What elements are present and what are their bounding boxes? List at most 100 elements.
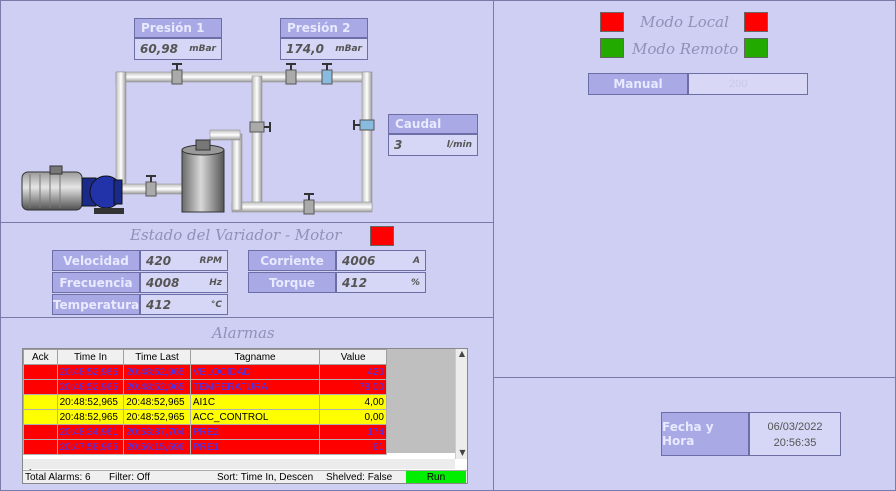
pipe-segment — [251, 75, 263, 211]
alarm-ack[interactable] — [23, 424, 58, 440]
alarm-time-last: 20:48:52,965 — [123, 394, 191, 410]
alarm-ack[interactable] — [23, 364, 58, 380]
temperatura-value: 412 — [146, 297, 172, 312]
valve-icon[interactable] — [249, 121, 271, 133]
temperatura-value-box: 412 °C — [140, 294, 228, 315]
alarm-row[interactable]: 20:48:52,965 20:48:52,965 ACC_CONTROL 0,… — [23, 409, 387, 425]
alarm-run-button[interactable]: Run — [406, 471, 466, 483]
manual-value-field[interactable]: 200 — [688, 73, 808, 95]
alarm-row[interactable]: 20:48:52,965 20:48:52,965 VELOCIDAD 420 — [23, 364, 387, 380]
pipe-segment — [115, 71, 127, 185]
pipe-segment — [231, 133, 243, 211]
alarm-filter: Filter: Off — [109, 472, 150, 483]
manual-label: Manual — [588, 73, 688, 95]
alarm-grid: Ack Time In Time Last Tagname Value 20:4… — [22, 348, 468, 484]
modo-local-indicator-left — [600, 12, 624, 32]
alarm-col-value[interactable]: Value — [319, 349, 387, 365]
alarm-tag: TEMPERATURA — [189, 379, 321, 395]
alarm-ack[interactable] — [23, 379, 58, 395]
alarm-time-in: 20:48:34,961 — [56, 424, 125, 440]
alarm-total: Total Alarms: 6 — [25, 472, 91, 483]
alarm-time-in: 20:48:52,965 — [56, 394, 125, 410]
frecuencia-value: 4008 — [146, 275, 180, 290]
date-value: 06/03/2022 — [767, 421, 823, 433]
alarm-tag: VELOCIDAD — [189, 364, 321, 380]
alarm-ack[interactable] — [23, 394, 58, 410]
corriente-value: 4006 — [342, 253, 376, 268]
valve-icon[interactable] — [145, 175, 157, 197]
datetime-label: Fecha y Hora — [661, 412, 749, 456]
modo-remoto-indicator-right — [744, 38, 768, 58]
valve-icon[interactable] — [285, 63, 297, 85]
alarm-header-row: Ack Time In Time Last Tagname Value — [23, 349, 387, 365]
alarm-col-time-last[interactable]: Time Last — [123, 349, 191, 365]
alarm-horizontal-scrollbar[interactable]: ◀ — [23, 459, 455, 476]
corriente-unit: A — [413, 255, 420, 266]
alarm-time-last: 20:48:52,965 — [123, 409, 191, 425]
temperatura-label: Temperatura — [52, 294, 140, 315]
pipe-segment — [231, 201, 373, 213]
pressure2-value-box: 174,0 mBar — [280, 38, 368, 60]
alarm-row[interactable]: 20:48:34,961 20:53:37,704 PRE2 174 — [23, 424, 387, 440]
manual-value: 200 — [729, 78, 748, 90]
valve-icon[interactable] — [171, 63, 183, 85]
alarm-col-time-in[interactable]: Time In — [56, 349, 125, 365]
alarm-time-in: 20:48:52,965 — [56, 409, 125, 425]
alarm-value: 4,00 — [319, 394, 387, 410]
alarm-time-in: 20:47:58,965 — [56, 439, 125, 455]
alarm-row[interactable]: 20:48:52,965 20:48:52,965 TEMPERATURA 78… — [23, 379, 387, 395]
corriente-label: Corriente — [248, 250, 336, 271]
alarm-row[interactable]: 20:47:58,965 20:56:15,696 PRE1 61 — [23, 439, 387, 455]
valve-icon[interactable] — [353, 119, 375, 131]
alarm-ack[interactable] — [23, 439, 58, 455]
alarm-tag: PRE1 — [189, 439, 321, 455]
process-diagram — [21, 63, 375, 215]
alarm-title: Alarmas — [212, 324, 275, 342]
pressure1-value: 60,98 — [140, 42, 178, 56]
alarm-time-last: 20:48:52,965 — [123, 379, 191, 395]
pressure2-unit: mBar — [335, 44, 362, 54]
scroll-down-icon[interactable]: ▼ — [456, 448, 467, 457]
datetime-value-box: 06/03/2022 20:56:35 — [749, 412, 841, 456]
pressure2-label: Presión 2 — [280, 18, 368, 38]
frecuencia-unit: Hz — [209, 277, 222, 288]
alarm-time-last: 20:53:37,704 — [123, 424, 191, 440]
alarm-vertical-scrollbar[interactable]: ▲ ▼ — [455, 349, 467, 459]
valve-icon[interactable] — [321, 63, 333, 85]
pressure1-unit: mBar — [189, 44, 216, 54]
modo-remoto-indicator-left — [600, 38, 624, 58]
modo-remoto-label: Modo Remoto — [632, 40, 739, 58]
alarm-grid-empty-area — [387, 349, 455, 453]
modo-local-label: Modo Local — [640, 13, 729, 31]
alarm-ack[interactable] — [23, 409, 58, 425]
alarm-sort: Sort: Time In, Descen — [217, 472, 314, 483]
frecuencia-value-box: 4008 Hz — [140, 272, 228, 293]
alarm-value: 174 — [319, 424, 387, 440]
alarm-tag: PRE2 — [189, 424, 321, 440]
alarm-col-tagname[interactable]: Tagname — [189, 349, 321, 365]
flow-value: 3 — [394, 138, 403, 152]
alarm-table: Ack Time In Time Last Tagname Value 20:4… — [23, 349, 387, 455]
alarm-status-bar: Total Alarms: 6 Filter: Off Sort: Time I… — [23, 470, 467, 483]
pressure1-label: Presión 1 — [134, 18, 222, 38]
flow-unit: l/min — [446, 140, 472, 150]
alarm-row[interactable]: 20:48:52,965 20:48:52,965 AI1C 4,00 — [23, 394, 387, 410]
torque-unit: % — [410, 277, 420, 288]
variador-status-indicator — [370, 226, 394, 246]
valve-icon[interactable] — [303, 193, 315, 215]
flow-value-box: 3 l/min — [388, 134, 478, 156]
pressure1-value-box: 60,98 mBar — [134, 38, 222, 60]
velocidad-value-box: 420 RPM — [140, 250, 228, 271]
torque-value: 412 — [342, 275, 368, 290]
velocidad-unit: RPM — [199, 255, 222, 266]
variador-title: Estado del Variador - Motor — [130, 226, 342, 244]
alarm-value: 0,00 — [319, 409, 387, 425]
alarm-value: 78,00 — [319, 379, 387, 395]
alarm-time-last: 20:48:52,965 — [123, 364, 191, 380]
flow-label: Caudal — [388, 114, 478, 134]
corriente-value-box: 4006 A — [336, 250, 426, 271]
frecuencia-label: Frecuencia — [52, 272, 140, 293]
alarm-col-ack[interactable]: Ack — [23, 349, 58, 365]
motor-pump-icon — [21, 165, 124, 214]
scroll-up-icon[interactable]: ▲ — [456, 349, 467, 358]
